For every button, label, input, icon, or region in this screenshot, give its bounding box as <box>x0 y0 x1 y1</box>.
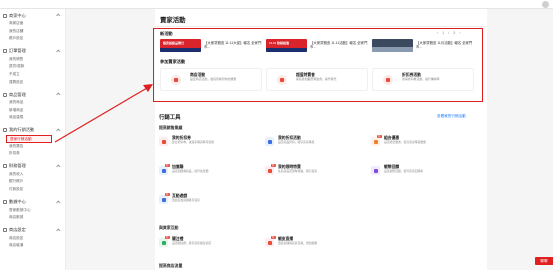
chat-button[interactable]: 聊聊 <box>535 257 553 265</box>
annotation-arrow <box>54 84 153 143</box>
